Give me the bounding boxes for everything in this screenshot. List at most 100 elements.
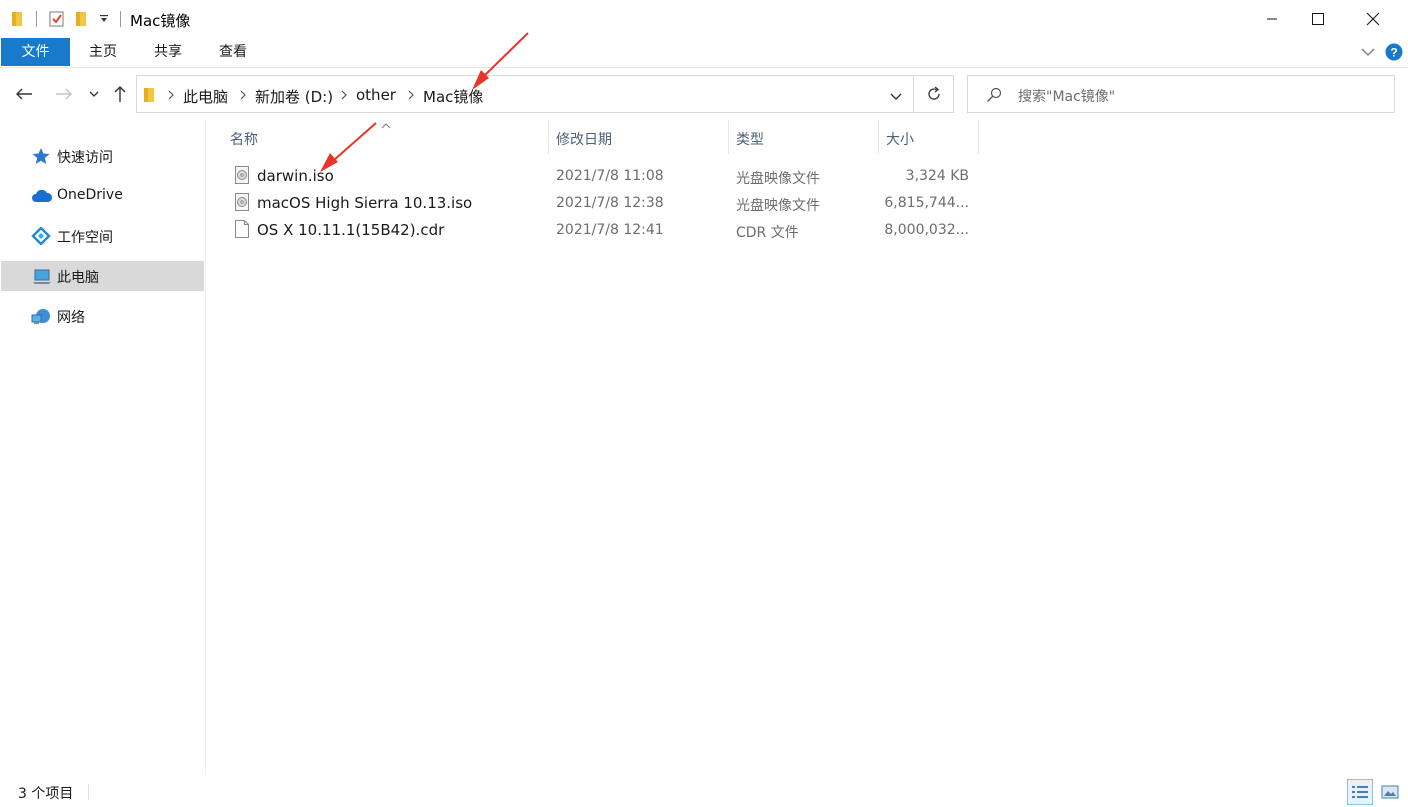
ribbon-tabs: 文件 主页 共享 查看 ? bbox=[0, 38, 1408, 68]
sidebar-item-onedrive[interactable]: OneDrive bbox=[1, 181, 204, 211]
up-button[interactable] bbox=[106, 80, 134, 108]
chevron-right-icon[interactable] bbox=[407, 89, 415, 105]
disc-image-icon bbox=[235, 193, 249, 211]
folder-icon bbox=[11, 10, 25, 28]
tab-home[interactable]: 主页 bbox=[78, 38, 128, 66]
sidebar-item-this-pc[interactable]: 此电脑 bbox=[1, 261, 204, 291]
star-icon bbox=[31, 147, 51, 165]
workspace-icon bbox=[31, 226, 51, 246]
file-size: 6,815,744... bbox=[884, 195, 969, 211]
tab-share[interactable]: 共享 bbox=[143, 38, 193, 66]
file-type: 光盘映像文件 bbox=[736, 171, 820, 187]
customize-quick-access-icon[interactable] bbox=[99, 12, 109, 30]
network-icon bbox=[31, 307, 51, 325]
search-icon bbox=[986, 87, 1002, 107]
file-date: 2021/7/8 11:08 bbox=[556, 168, 664, 184]
folder-icon bbox=[143, 86, 157, 108]
window-title: Mac镜像 bbox=[130, 12, 191, 30]
column-header-type[interactable]: 类型 bbox=[729, 120, 879, 154]
file-name: OS X 10.11.1(15B42).cdr bbox=[257, 221, 445, 239]
table-row[interactable]: macOS High Sierra 10.13.iso 2021/7/8 12:… bbox=[227, 189, 979, 216]
forward-arrow-icon bbox=[56, 88, 72, 100]
sidebar-item-workspace[interactable]: 工作空间 bbox=[1, 221, 204, 251]
column-header-size[interactable]: 大小 bbox=[879, 120, 979, 154]
back-arrow-icon bbox=[16, 88, 32, 100]
address-row: 此电脑 新加卷 (D:) other Mac镜像 搜索"Mac镜像" bbox=[0, 72, 1408, 118]
computer-icon bbox=[31, 267, 51, 285]
details-view-icon bbox=[1352, 786, 1368, 798]
up-arrow-icon bbox=[114, 86, 126, 102]
cloud-icon bbox=[31, 187, 53, 205]
breadcrumb-other[interactable]: other bbox=[356, 86, 396, 104]
expand-ribbon-icon[interactable] bbox=[1360, 46, 1376, 62]
column-header-label: 类型 bbox=[736, 132, 764, 148]
tab-file[interactable]: 文件 bbox=[1, 38, 70, 66]
sidebar-item-label: 快速访问 bbox=[57, 150, 113, 166]
table-row[interactable]: darwin.iso 2021/7/8 11:08 光盘映像文件 3,324 K… bbox=[227, 162, 979, 189]
file-type: 光盘映像文件 bbox=[736, 198, 820, 214]
table-row[interactable]: OS X 10.11.1(15B42).cdr 2021/7/8 12:41 C… bbox=[227, 216, 979, 243]
large-icons-view-icon bbox=[1381, 785, 1399, 799]
file-size: 8,000,032... bbox=[884, 222, 969, 238]
refresh-icon bbox=[927, 86, 940, 100]
file-size: 3,324 KB bbox=[905, 168, 969, 184]
column-header-name[interactable]: 名称 bbox=[221, 120, 549, 154]
minimize-icon bbox=[1267, 18, 1277, 20]
close-icon bbox=[1366, 12, 1380, 26]
title-divider bbox=[120, 11, 121, 27]
item-count: 3 个项目 bbox=[18, 786, 74, 802]
close-button[interactable] bbox=[1350, 0, 1396, 38]
disc-image-icon bbox=[235, 166, 249, 184]
breadcrumb-mac-images[interactable]: Mac镜像 bbox=[423, 86, 483, 107]
properties-icon[interactable] bbox=[48, 10, 66, 28]
title-bar: Mac镜像 bbox=[0, 0, 1408, 38]
column-header-label: 大小 bbox=[886, 132, 914, 148]
title-divider bbox=[36, 11, 37, 27]
details-view-button[interactable] bbox=[1347, 779, 1373, 805]
column-divider[interactable] bbox=[978, 120, 979, 154]
chevron-right-icon[interactable] bbox=[340, 89, 348, 105]
search-input[interactable]: 搜索"Mac镜像" bbox=[967, 75, 1395, 113]
sidebar-item-label: 此电脑 bbox=[57, 270, 99, 286]
large-icons-view-button[interactable] bbox=[1377, 779, 1403, 805]
address-history-dropdown-icon[interactable] bbox=[889, 90, 903, 106]
column-header-label: 修改日期 bbox=[556, 132, 612, 148]
file-name: darwin.iso bbox=[257, 167, 334, 185]
sidebar-item-label: 工作空间 bbox=[57, 230, 113, 246]
maximize-icon bbox=[1312, 13, 1324, 25]
address-bar[interactable]: 此电脑 新加卷 (D:) other Mac镜像 bbox=[136, 75, 914, 113]
tab-view[interactable]: 查看 bbox=[208, 38, 258, 66]
search-placeholder: 搜索"Mac镜像" bbox=[1018, 89, 1116, 105]
breadcrumb-drive-d[interactable]: 新加卷 (D:) bbox=[255, 86, 333, 107]
file-date: 2021/7/8 12:38 bbox=[556, 195, 664, 211]
sidebar-item-network[interactable]: 网络 bbox=[1, 301, 204, 331]
breadcrumb-this-pc[interactable]: 此电脑 bbox=[183, 86, 228, 107]
sidebar-item-quick-access[interactable]: 快速访问 bbox=[1, 141, 204, 171]
status-bar: 3 个项目 bbox=[0, 775, 1408, 807]
recent-locations-button[interactable] bbox=[80, 80, 108, 108]
maximize-button[interactable] bbox=[1295, 0, 1341, 38]
column-header-date[interactable]: 修改日期 bbox=[549, 120, 729, 154]
chevron-right-icon[interactable] bbox=[239, 89, 247, 105]
chevron-down-icon bbox=[89, 91, 99, 97]
refresh-button[interactable] bbox=[914, 75, 954, 113]
column-header-label: 名称 bbox=[230, 132, 258, 148]
status-divider bbox=[88, 784, 89, 800]
chevron-right-icon[interactable] bbox=[167, 89, 175, 105]
sort-ascending-icon bbox=[381, 118, 391, 134]
file-explorer-window: Mac镜像 文件 主页 共享 查看 ? 此电脑 新加卷 (D:) other M… bbox=[0, 0, 1408, 807]
file-date: 2021/7/8 12:41 bbox=[556, 222, 664, 238]
file-icon bbox=[235, 220, 249, 238]
new-folder-icon[interactable] bbox=[74, 10, 90, 28]
navigation-pane: 快速访问 OneDrive 工作空间 此电脑 网络 bbox=[0, 120, 206, 775]
sidebar-item-label: 网络 bbox=[57, 310, 85, 326]
forward-button[interactable] bbox=[50, 80, 78, 108]
file-list: 名称 修改日期 类型 大小 darwin.iso 2021/7/8 11:08 … bbox=[207, 120, 1408, 775]
file-type: CDR 文件 bbox=[736, 225, 799, 241]
svg-text:?: ? bbox=[1390, 46, 1397, 60]
sidebar-item-label: OneDrive bbox=[57, 187, 123, 203]
back-button[interactable] bbox=[10, 80, 38, 108]
minimize-button[interactable] bbox=[1249, 0, 1295, 38]
file-name: macOS High Sierra 10.13.iso bbox=[257, 194, 473, 212]
help-icon[interactable]: ? bbox=[1385, 43, 1403, 65]
